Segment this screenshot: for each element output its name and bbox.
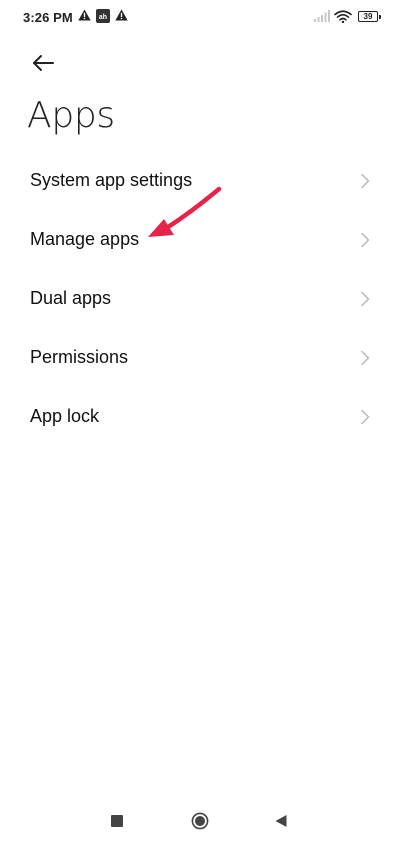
signal-icon <box>314 10 330 22</box>
navigation-bar <box>0 796 400 844</box>
chevron-right-icon <box>361 232 370 247</box>
svg-text:ah: ah <box>99 14 107 21</box>
settings-item-system-app-settings[interactable]: System app settings <box>0 151 400 210</box>
settings-item-app-lock[interactable]: App lock <box>0 387 400 446</box>
recents-icon[interactable] <box>111 815 123 827</box>
page-title: Apps <box>27 95 115 136</box>
settings-item-label: System app settings <box>30 170 193 190</box>
settings-item-manage-apps[interactable]: Manage apps <box>0 210 400 269</box>
wifi-icon <box>334 10 352 23</box>
warning-icon <box>115 9 128 21</box>
settings-item-label: App lock <box>30 406 100 426</box>
settings-item-label: Dual apps <box>30 288 112 308</box>
battery-icon: 39 <box>358 11 381 22</box>
app-badge-icon: ah <box>96 9 110 23</box>
settings-item-label: Manage apps <box>30 229 140 249</box>
back-icon[interactable] <box>274 814 288 828</box>
settings-item-label: Permissions <box>30 347 129 367</box>
chevron-right-icon <box>361 291 370 306</box>
settings-list: System app settings Manage apps Dual app… <box>0 151 400 446</box>
chevron-right-icon <box>361 409 370 424</box>
warning-icon <box>78 9 91 21</box>
settings-item-dual-apps[interactable]: Dual apps <box>0 269 400 328</box>
back-button[interactable] <box>26 48 60 78</box>
chevron-right-icon <box>361 350 370 365</box>
settings-item-permissions[interactable]: Permissions <box>0 328 400 387</box>
chevron-right-icon <box>361 173 370 188</box>
back-arrow-icon <box>33 55 54 71</box>
status-bar: 3:26 PM ah 39 <box>0 0 400 34</box>
status-time: 3:26 PM <box>23 10 73 25</box>
home-icon[interactable] <box>191 812 209 830</box>
